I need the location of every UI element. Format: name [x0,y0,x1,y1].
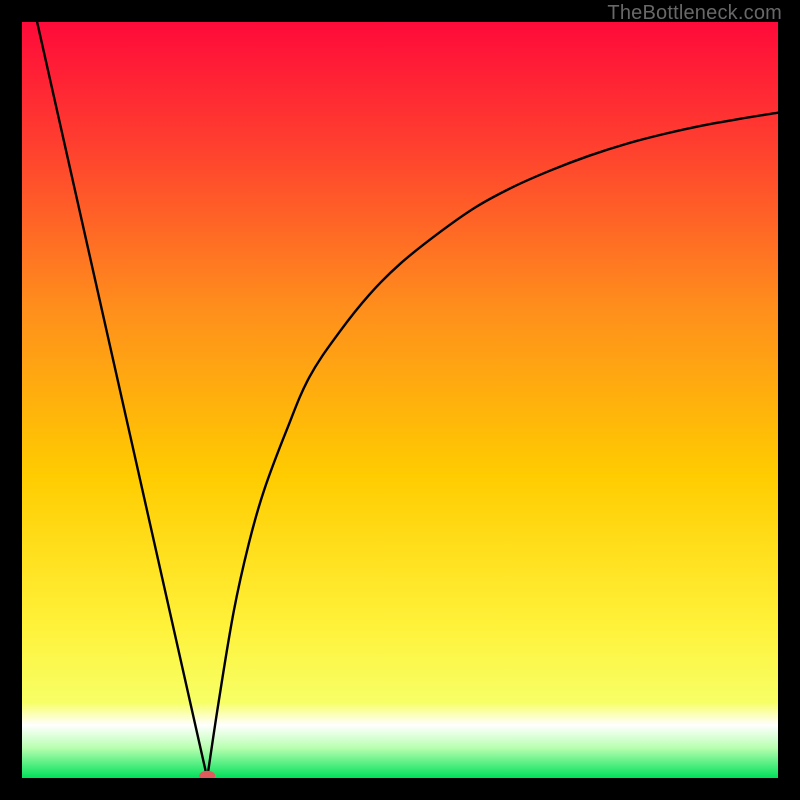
watermark-text: TheBottleneck.com [607,2,782,25]
chart-svg [22,22,778,778]
gradient-bg [22,22,778,778]
chart-container: TheBottleneck.com [0,0,800,800]
plot-area [22,22,778,778]
